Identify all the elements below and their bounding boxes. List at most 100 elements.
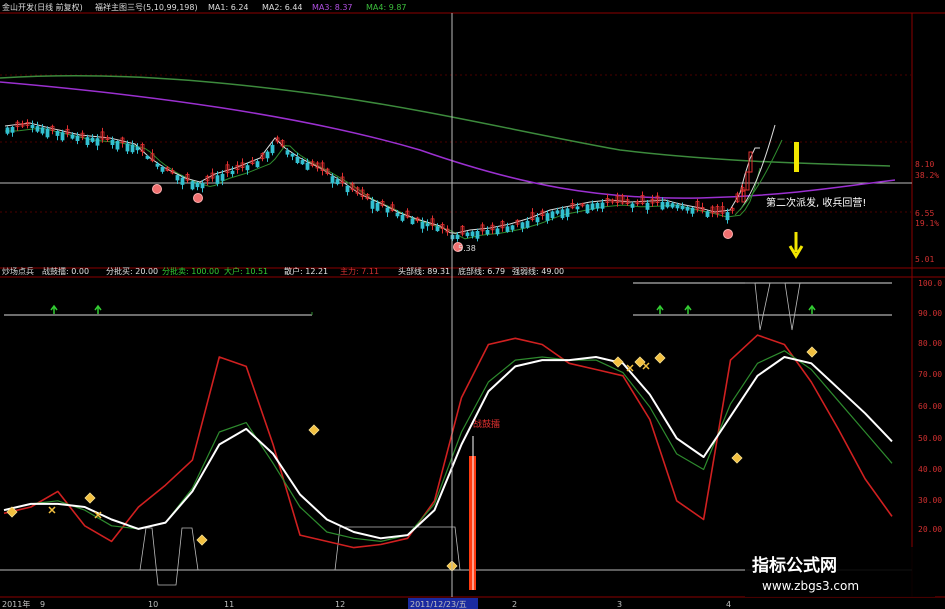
- down-arrow-icon: [788, 232, 804, 259]
- candle-body: [70, 134, 75, 139]
- buy-marker-icon: [308, 424, 320, 436]
- candle-body: [200, 183, 205, 189]
- candle-body: [115, 140, 120, 150]
- axis-label: 20.00: [918, 525, 942, 534]
- candle-body: [665, 201, 670, 208]
- date-label: 2011/12/23/五: [410, 600, 467, 609]
- indicator-value: 主力: 7.11: [340, 266, 379, 276]
- candle-body: [535, 217, 540, 223]
- axis-label: 70.00: [918, 370, 942, 379]
- top-step-line: [745, 282, 801, 331]
- candle-body: [485, 229, 490, 235]
- axis-label: 19.1%: [915, 219, 939, 228]
- indicator-header: 炒场点兵 战鼓擂: 0.00 分批买: 20.00 分批卖: 100.00 大户: 1…: [2, 266, 564, 276]
- candle-body: [675, 204, 680, 209]
- buy-marker-icon: [731, 452, 743, 464]
- axis-label: 60.00: [918, 402, 942, 411]
- indicator-value: 强弱线: 49.00: [512, 266, 564, 276]
- candle-body: [550, 211, 555, 219]
- candle-body: [510, 225, 515, 230]
- candle-body: [670, 203, 675, 208]
- candle-body: [45, 128, 50, 138]
- sell-arrow-icon: [50, 304, 58, 314]
- indicator-value: 底部线: 6.79: [458, 266, 505, 276]
- ma4-line: [0, 75, 891, 167]
- candle-body: [555, 210, 560, 214]
- indicator-value: 头部线: 89.31: [398, 266, 450, 276]
- main-price-axis: 8.10 38.2% 6.55 19.1% 5.01: [915, 160, 939, 264]
- axis-label: 40.00: [918, 465, 942, 474]
- candle-body: [705, 211, 710, 217]
- date-label: 4: [726, 600, 731, 609]
- candle-body: [395, 212, 400, 217]
- candle-body: [335, 179, 340, 185]
- axis-label: 90.00: [918, 309, 942, 318]
- buy-marker-icon: [84, 492, 96, 504]
- candle-body: [685, 206, 690, 211]
- candle-body: [245, 165, 250, 171]
- main-note: 第二次派发, 收兵回营!: [766, 196, 866, 209]
- buy-marker-icon: [654, 352, 666, 364]
- indicator-value: 战鼓擂: 0.00: [42, 266, 89, 276]
- candle-body: [545, 213, 550, 221]
- candle-body: [295, 156, 300, 164]
- formula-title: 福祥主图三号(5,10,99,198): [95, 2, 198, 12]
- date-label: 3: [617, 600, 622, 609]
- indicator-name: 炒场点兵: [2, 266, 34, 276]
- indicator-value: 分批买: 20.00: [106, 266, 158, 276]
- candle-body: [590, 203, 595, 210]
- sell-arrow-icon: [808, 304, 816, 314]
- candle-body: [125, 143, 130, 152]
- candle-body: [215, 175, 220, 184]
- cross-marker-icon: [642, 362, 650, 370]
- candle-body: [375, 202, 380, 211]
- axis-label: 100.0: [918, 279, 942, 288]
- low-price-label: 5.38: [458, 244, 476, 253]
- candle-body: [30, 124, 35, 129]
- candle-body: [400, 214, 405, 221]
- candle-body: [630, 203, 635, 208]
- candle-body: [725, 212, 730, 221]
- axis-label: 50.00: [918, 434, 942, 443]
- candle-body: [370, 200, 375, 209]
- candle-body: [525, 220, 530, 228]
- candle-body: [145, 155, 150, 159]
- ma3-label: MA3: 8.37: [312, 3, 353, 12]
- candle-body: [160, 166, 165, 172]
- candle-body: [85, 137, 90, 146]
- ma4-label: MA4: 9.87: [366, 3, 407, 12]
- candle-body: [470, 231, 475, 237]
- buy-marker-icon: [634, 356, 646, 368]
- candle-body: [110, 139, 115, 145]
- sell-arrow-icon: [684, 304, 692, 314]
- candle-body: [305, 162, 310, 170]
- candle-body: [330, 176, 335, 184]
- date-label: 10: [148, 600, 158, 609]
- candle-body: [575, 206, 580, 210]
- date-label: 2011年: [2, 599, 30, 609]
- candle-body: [585, 204, 590, 214]
- buy-marker-icon: [612, 356, 624, 368]
- indicator-value: 分批卖: 100.00: [162, 266, 219, 276]
- candle-body: [265, 151, 270, 159]
- axis-label: 8.10: [915, 160, 934, 169]
- candle-body: [475, 230, 480, 239]
- candle-body: [565, 208, 570, 217]
- candle-body: [645, 202, 650, 210]
- low-marker: [152, 184, 162, 194]
- candle-body: [10, 126, 15, 133]
- axis-label: 5.01: [915, 255, 934, 264]
- sell-arrow-icon: [94, 304, 102, 314]
- ma2-label: MA2: 6.44: [262, 3, 303, 12]
- candle-body: [745, 171, 750, 191]
- candle-body: [300, 160, 305, 165]
- candle-body: [748, 151, 753, 173]
- chart-canvas: 金山开发(日线 前复权) 福祥主图三号(5,10,99,198) MA1: 6.…: [0, 2, 945, 609]
- candle-body: [195, 182, 200, 188]
- candle-body: [35, 126, 40, 132]
- axis-label: 38.2%: [915, 171, 939, 180]
- low-marker: [723, 229, 733, 239]
- date-axis: 2011年 9 10 11 12 2011/12/23/五 2 3 4: [2, 598, 731, 609]
- candle-body: [495, 228, 500, 235]
- candle-body: [595, 202, 600, 209]
